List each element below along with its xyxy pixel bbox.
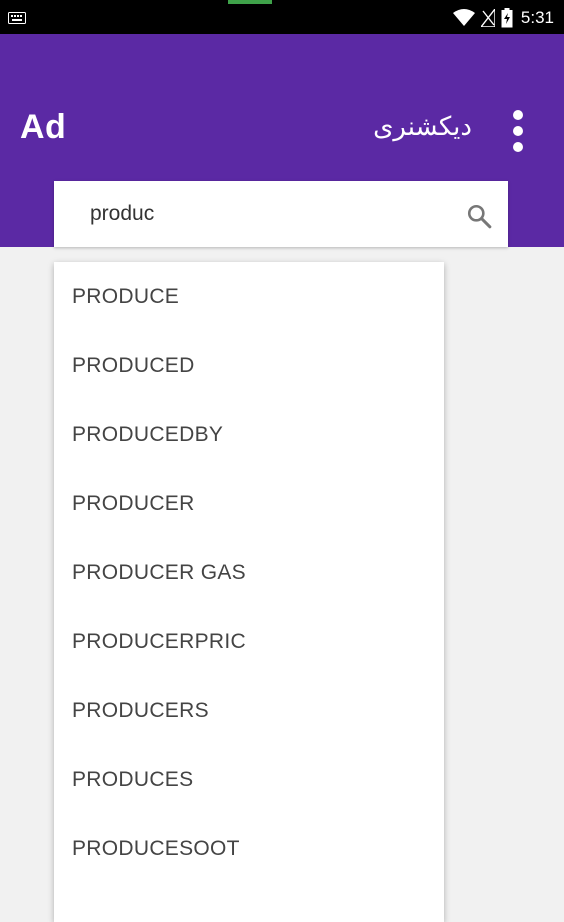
status-bar: 5:31 (0, 0, 564, 34)
app-logo: Ad (20, 108, 67, 146)
keyboard-icon (8, 12, 26, 24)
suggestion-item[interactable]: PRODUCE (54, 262, 444, 331)
status-accent-line (228, 0, 272, 4)
search-box (54, 181, 508, 247)
no-signal-icon (480, 9, 495, 27)
overflow-menu-dot (513, 142, 523, 152)
battery-charging-icon (501, 8, 513, 28)
app-title: دیکشنری (373, 112, 472, 142)
status-time: 5:31 (520, 8, 554, 27)
overflow-menu-dot (513, 126, 523, 136)
suggestion-item[interactable]: PRODUCERS (54, 676, 444, 745)
suggestion-item[interactable]: PRODUCED (54, 331, 444, 400)
status-icons: 5:31 (452, 7, 554, 29)
suggestion-item[interactable]: PRODUCERPRIC (54, 607, 444, 676)
search-icon[interactable] (466, 203, 492, 229)
overflow-menu-dot (513, 110, 523, 120)
suggestion-dropdown: PRODUCE PRODUCED PRODUCEDBY PRODUCER PRO… (54, 262, 444, 922)
suggestion-item[interactable]: PRODUCESOOT (54, 814, 444, 883)
suggestion-item[interactable]: PRODUCES (54, 745, 444, 814)
overflow-menu-button[interactable] (506, 110, 530, 152)
search-input[interactable] (90, 181, 450, 247)
wifi-icon (452, 9, 475, 26)
suggestion-item[interactable]: PRODUCEDBY (54, 400, 444, 469)
suggestion-item[interactable]: PRODUCER (54, 469, 444, 538)
suggestion-item[interactable]: PRODUCER GAS (54, 538, 444, 607)
